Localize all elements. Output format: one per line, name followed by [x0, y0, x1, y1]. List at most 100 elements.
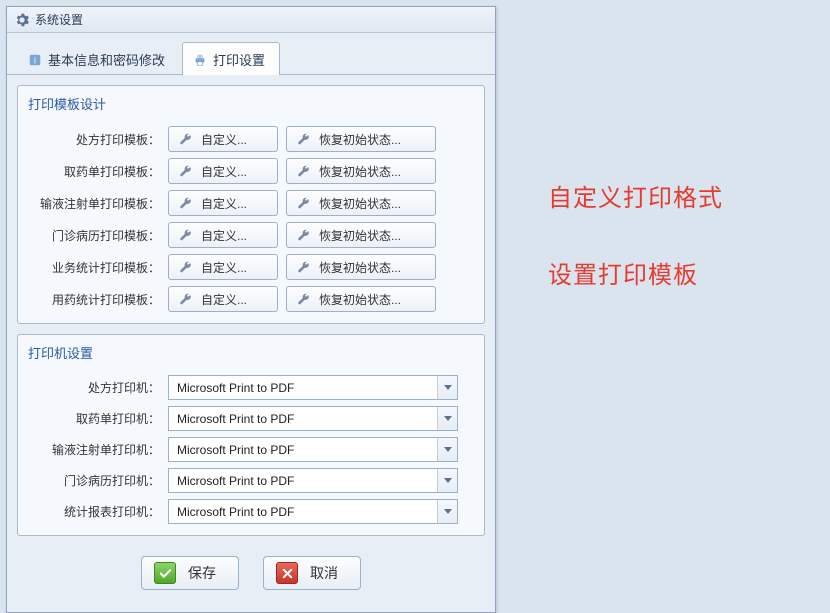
settings-window: 系统设置 i 基本信息和密码修改 打印设置 打印模板设计 处方打印模板： 自定义… [6, 6, 496, 613]
row-label: 输液注射单打印模板： [30, 195, 160, 212]
printer-select[interactable]: Microsoft Print to PDF [168, 406, 458, 431]
select-value: Microsoft Print to PDF [169, 500, 437, 523]
save-button[interactable]: 保存 [141, 556, 239, 590]
annotation-text: 设置打印模板 [548, 255, 723, 290]
group-title: 打印模板设计 [18, 86, 484, 123]
row-label: 取药单打印机： [30, 410, 160, 427]
button-label: 恢复初始状态... [319, 163, 401, 180]
button-label: 恢复初始状态... [319, 259, 401, 276]
template-row: 门诊病历打印模板： 自定义... 恢复初始状态... [18, 219, 484, 251]
printer-row: 处方打印机： Microsoft Print to PDF [18, 372, 484, 403]
customize-button[interactable]: 自定义... [168, 222, 278, 248]
tab-label: 基本信息和密码修改 [48, 50, 165, 69]
row-label: 业务统计打印模板： [30, 259, 160, 276]
printer-select[interactable]: Microsoft Print to PDF [168, 468, 458, 493]
printer-select[interactable]: Microsoft Print to PDF [168, 499, 458, 524]
chevron-down-icon[interactable] [437, 438, 457, 461]
wrench-icon [179, 260, 193, 274]
restore-button[interactable]: 恢复初始状态... [286, 254, 436, 280]
template-row: 业务统计打印模板： 自定义... 恢复初始状态... [18, 251, 484, 283]
wrench-icon [297, 292, 311, 306]
tab-body: 打印模板设计 处方打印模板： 自定义... 恢复初始状态... 取药单打印模板：… [7, 75, 495, 612]
wrench-icon [179, 132, 193, 146]
template-row: 用药统计打印模板： 自定义... 恢复初始状态... [18, 283, 484, 315]
button-label: 取消 [310, 563, 338, 583]
chevron-down-icon[interactable] [437, 407, 457, 430]
template-row: 处方打印模板： 自定义... 恢复初始状态... [18, 123, 484, 155]
wrench-icon [297, 260, 311, 274]
svg-text:i: i [34, 55, 36, 65]
printer-row: 门诊病历打印机： Microsoft Print to PDF [18, 465, 484, 496]
group-title: 打印机设置 [18, 335, 484, 372]
button-label: 恢复初始状态... [319, 227, 401, 244]
tab-label: 打印设置 [213, 50, 265, 69]
row-label: 统计报表打印机： [30, 503, 160, 520]
button-label: 自定义... [201, 259, 247, 276]
wrench-icon [297, 196, 311, 210]
annotations: 自定义打印格式 设置打印模板 [548, 178, 723, 290]
select-value: Microsoft Print to PDF [169, 376, 437, 399]
button-label: 自定义... [201, 291, 247, 308]
select-value: Microsoft Print to PDF [169, 469, 437, 492]
wrench-icon [179, 292, 193, 306]
tab-strip: i 基本信息和密码修改 打印设置 [7, 33, 495, 75]
row-label: 处方打印机： [30, 379, 160, 396]
window-title: 系统设置 [35, 11, 83, 28]
wrench-icon [297, 228, 311, 242]
printer-row: 取药单打印机： Microsoft Print to PDF [18, 403, 484, 434]
printer-select[interactable]: Microsoft Print to PDF [168, 437, 458, 462]
chevron-down-icon[interactable] [437, 376, 457, 399]
button-label: 自定义... [201, 195, 247, 212]
button-label: 恢复初始状态... [319, 291, 401, 308]
button-label: 自定义... [201, 163, 247, 180]
button-label: 恢复初始状态... [319, 195, 401, 212]
button-label: 自定义... [201, 227, 247, 244]
row-label: 门诊病历打印机： [30, 472, 160, 489]
check-icon [154, 562, 176, 584]
row-label: 处方打印模板： [30, 131, 160, 148]
customize-button[interactable]: 自定义... [168, 126, 278, 152]
row-label: 输液注射单打印机： [30, 441, 160, 458]
printer-select[interactable]: Microsoft Print to PDF [168, 375, 458, 400]
button-label: 自定义... [201, 131, 247, 148]
row-label: 取药单打印模板： [30, 163, 160, 180]
info-icon: i [28, 53, 42, 67]
restore-button[interactable]: 恢复初始状态... [286, 190, 436, 216]
group-template: 打印模板设计 处方打印模板： 自定义... 恢复初始状态... 取药单打印模板：… [17, 85, 485, 324]
wrench-icon [179, 228, 193, 242]
row-label: 用药统计打印模板： [30, 291, 160, 308]
wrench-icon [297, 132, 311, 146]
printer-row: 统计报表打印机： Microsoft Print to PDF [18, 496, 484, 527]
restore-button[interactable]: 恢复初始状态... [286, 222, 436, 248]
wrench-icon [297, 164, 311, 178]
customize-button[interactable]: 自定义... [168, 190, 278, 216]
tab-print[interactable]: 打印设置 [182, 42, 280, 75]
template-row: 取药单打印模板： 自定义... 恢复初始状态... [18, 155, 484, 187]
select-value: Microsoft Print to PDF [169, 407, 437, 430]
printer-row: 输液注射单打印机： Microsoft Print to PDF [18, 434, 484, 465]
printer-icon [193, 53, 207, 67]
gear-icon [15, 13, 29, 27]
template-row: 输液注射单打印模板： 自定义... 恢复初始状态... [18, 187, 484, 219]
close-icon [276, 562, 298, 584]
tab-basic[interactable]: i 基本信息和密码修改 [17, 42, 180, 75]
row-label: 门诊病历打印模板： [30, 227, 160, 244]
customize-button[interactable]: 自定义... [168, 158, 278, 184]
group-printer: 打印机设置 处方打印机： Microsoft Print to PDF 取药单打… [17, 334, 485, 536]
chevron-down-icon[interactable] [437, 469, 457, 492]
button-label: 保存 [188, 563, 216, 583]
restore-button[interactable]: 恢复初始状态... [286, 158, 436, 184]
chevron-down-icon[interactable] [437, 500, 457, 523]
button-label: 恢复初始状态... [319, 131, 401, 148]
select-value: Microsoft Print to PDF [169, 438, 437, 461]
customize-button[interactable]: 自定义... [168, 254, 278, 280]
restore-button[interactable]: 恢复初始状态... [286, 286, 436, 312]
cancel-button[interactable]: 取消 [263, 556, 361, 590]
titlebar: 系统设置 [7, 7, 495, 33]
footer: 保存 取消 [17, 546, 485, 602]
customize-button[interactable]: 自定义... [168, 286, 278, 312]
wrench-icon [179, 196, 193, 210]
annotation-text: 自定义打印格式 [548, 178, 723, 213]
wrench-icon [179, 164, 193, 178]
restore-button[interactable]: 恢复初始状态... [286, 126, 436, 152]
